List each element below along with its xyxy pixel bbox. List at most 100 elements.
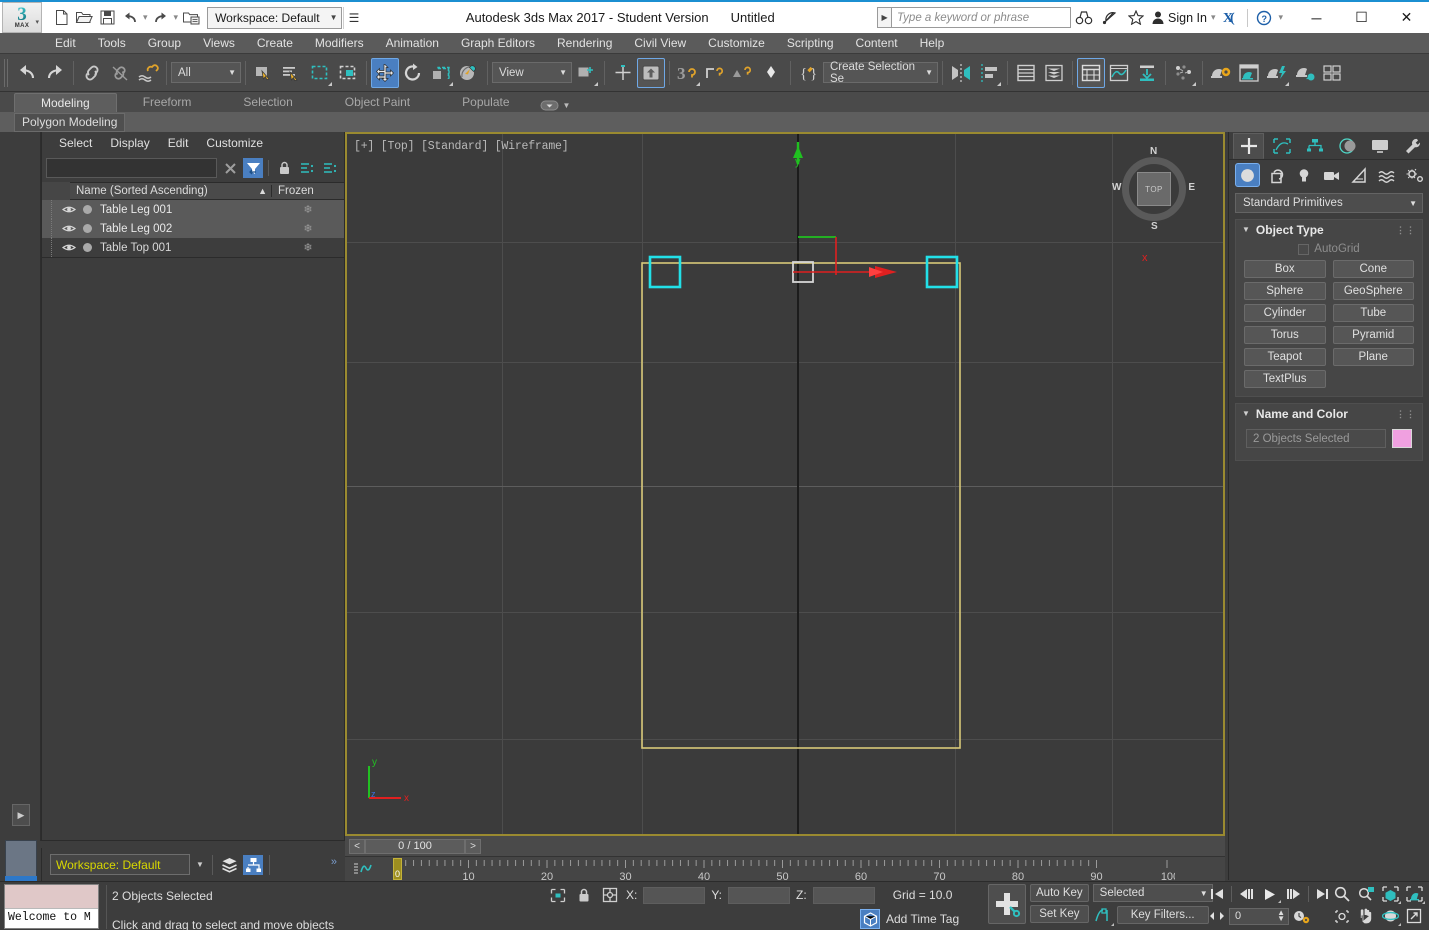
expand-all-icon[interactable] (297, 158, 317, 178)
column-header-name[interactable]: Name (Sorted Ascending) ▲ (70, 185, 272, 197)
hierarchy-tab[interactable] (1299, 133, 1330, 159)
next-frame-icon[interactable] (1282, 884, 1306, 904)
unlink-selection-icon[interactable] (106, 58, 134, 88)
explorer-menu-display[interactable]: Display (101, 132, 158, 154)
toolbar-grip[interactable] (3, 58, 10, 88)
edit-named-selection-sets-icon[interactable]: {} (795, 58, 823, 88)
angle-snap-toggle-icon[interactable]: 3 (674, 58, 702, 88)
add-time-tag-area[interactable]: Add Time Tag (860, 909, 959, 929)
selection-lock-toggle-icon[interactable] (548, 885, 568, 905)
key-mode-toggle-icon[interactable] (1205, 906, 1229, 926)
play-animation-icon[interactable] (1258, 884, 1282, 904)
viewport-top[interactable]: [+] [Top] [Standard] [Wireframe] TOP N S… (345, 132, 1225, 836)
maximize-viewport-toggle-icon[interactable] (1403, 906, 1425, 926)
column-header-frozen[interactable]: Frozen (272, 185, 344, 197)
lock-icon[interactable] (274, 158, 294, 178)
teapot-button[interactable]: Teapot (1244, 348, 1326, 366)
menu-animation[interactable]: Animation (375, 33, 450, 54)
visibility-eye-icon[interactable] (62, 205, 79, 214)
category-combo[interactable]: Standard Primitives ▼ (1235, 193, 1423, 213)
help-dropdown-icon[interactable]: ▾ (1277, 12, 1284, 23)
undo-dropdown-icon[interactable]: ▾ (142, 12, 149, 23)
set-key-button[interactable]: Set Key (1030, 905, 1089, 923)
sphere-button[interactable]: Sphere (1244, 282, 1326, 300)
select-by-name-icon[interactable] (278, 58, 306, 88)
scene-geometry[interactable] (347, 134, 1225, 836)
zoom-icon[interactable] (1331, 884, 1353, 904)
orbit-icon[interactable] (1379, 906, 1401, 926)
save-file-icon[interactable] (96, 7, 118, 29)
explorer-menu-select[interactable]: Select (50, 132, 101, 154)
previous-frame-button[interactable]: < (349, 838, 365, 854)
previous-frame-icon[interactable] (1234, 884, 1258, 904)
cylinder-button[interactable]: Cylinder (1244, 304, 1326, 322)
pyramid-button[interactable]: Pyramid (1332, 326, 1414, 344)
workspace-selector[interactable]: Workspace: Default ▼ (207, 6, 343, 29)
utilities-tab[interactable] (1398, 133, 1429, 159)
current-frame-marker[interactable]: 0 (393, 858, 402, 880)
search-binoculars-icon[interactable] (1071, 6, 1097, 30)
ribbon-panel-polygon-modeling[interactable]: Polygon Modeling (14, 112, 126, 132)
collapse-all-icon[interactable] (320, 158, 340, 178)
goto-start-icon[interactable] (1205, 884, 1229, 904)
plane-button[interactable]: Plane (1332, 348, 1414, 366)
render-setup-icon[interactable] (1207, 58, 1235, 88)
set-number-of-keys-icon[interactable] (1093, 905, 1114, 926)
app-menu-button[interactable]: 3 MAX ▾ (2, 2, 42, 33)
frame-readout[interactable]: 0 / 100 (365, 838, 465, 854)
sign-in-button[interactable]: Sign In ▾ (1149, 10, 1218, 25)
workspace-field[interactable]: Workspace: Default (50, 854, 190, 875)
left-strip-icons[interactable] (0, 132, 41, 841)
autogrid-checkbox[interactable] (1298, 243, 1310, 255)
helpers-subtab[interactable] (1347, 163, 1372, 187)
absolute-relative-transform-icon[interactable] (600, 885, 620, 905)
autogrid-row[interactable]: AutoGrid (1244, 243, 1414, 255)
percent-snap-toggle-icon[interactable] (702, 58, 730, 88)
object-color-swatch[interactable] (1392, 429, 1412, 448)
layers-icon[interactable] (219, 855, 239, 875)
render-toggle-icon[interactable] (79, 205, 95, 214)
favorites-star-icon[interactable] (1123, 6, 1149, 30)
geometry-subtab[interactable] (1235, 163, 1260, 187)
systems-subtab[interactable] (1403, 163, 1428, 187)
undo-icon[interactable] (13, 58, 41, 88)
rollout-header-object-type[interactable]: ▼ Object Type ⋮⋮ (1236, 220, 1422, 239)
add-time-tag-label[interactable]: Add Time Tag (886, 912, 959, 926)
render-iterative-icon[interactable] (1291, 58, 1319, 88)
project-folder-icon[interactable] (180, 7, 202, 29)
render-production-icon[interactable] (1263, 58, 1291, 88)
zoom-extents-icon[interactable] (1379, 884, 1401, 904)
menu-customize[interactable]: Customize (697, 33, 776, 54)
curve-editor-toggle-icon[interactable] (353, 861, 375, 875)
undo-icon[interactable] (119, 7, 141, 29)
spinner-arrows-icon[interactable]: ▲ ▼ (1277, 909, 1285, 923)
search-input[interactable]: Type a keyword or phrase (891, 7, 1072, 28)
menu-scripting[interactable]: Scripting (776, 33, 845, 54)
menu-views[interactable]: Views (192, 33, 246, 54)
space-warps-subtab[interactable] (1375, 163, 1400, 187)
exchange-app-store-icon[interactable]: X( (1218, 6, 1244, 30)
torus-button[interactable]: Torus (1244, 326, 1326, 344)
use-center-flyout-icon[interactable] (572, 58, 600, 88)
close-button[interactable]: ✕ (1384, 2, 1429, 33)
align-icon[interactable] (975, 58, 1003, 88)
menu-rendering[interactable]: Rendering (546, 33, 623, 54)
cameras-subtab[interactable] (1319, 163, 1344, 187)
select-and-manipulate-icon[interactable] (609, 58, 637, 88)
drag-handle-icon[interactable]: ⋮⋮ (1396, 409, 1416, 418)
time-slider[interactable]: < 0 / 100 > (345, 836, 1225, 856)
zoom-all-icon[interactable] (1355, 884, 1377, 904)
scene-explorer-icon[interactable] (1040, 58, 1068, 88)
tab-populate[interactable]: Populate (436, 93, 535, 112)
cone-button[interactable]: Cone (1332, 260, 1414, 278)
named-selection-set-combo[interactable]: Create Selection Se ▼ (823, 61, 938, 85)
box-button[interactable]: Box (1244, 260, 1326, 278)
redo-dropdown-icon[interactable]: ▾ (173, 12, 180, 23)
geosphere-button[interactable]: GeoSphere (1332, 282, 1414, 300)
render-toggle-icon[interactable] (79, 243, 95, 252)
tube-button[interactable]: Tube (1332, 304, 1414, 322)
pan-view-icon[interactable] (1355, 906, 1377, 926)
menu-help[interactable]: Help (909, 33, 956, 54)
select-and-rotate-icon[interactable] (399, 58, 427, 88)
select-and-link-icon[interactable] (78, 58, 106, 88)
